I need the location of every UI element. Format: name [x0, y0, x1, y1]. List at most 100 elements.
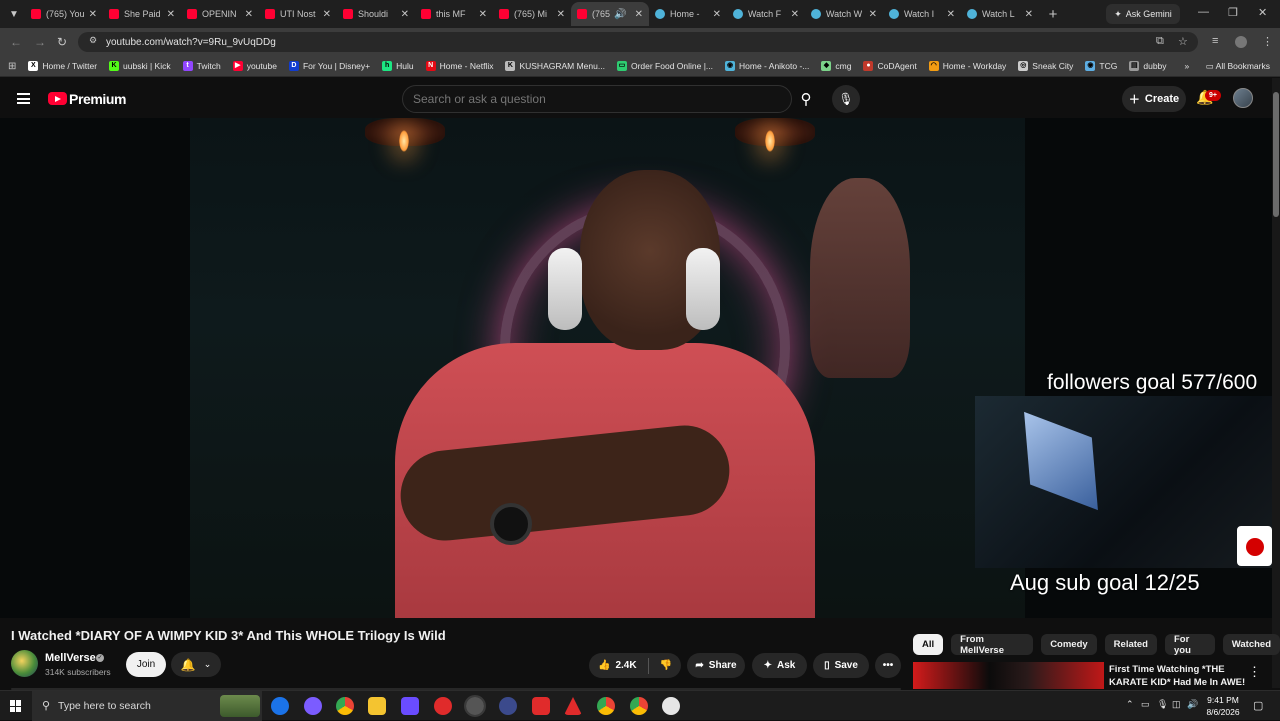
volume-icon[interactable]: 🔊: [1187, 699, 1198, 710]
close-tab-icon[interactable]: ✕: [167, 9, 175, 20]
channel-name[interactable]: MellVerse: [45, 652, 96, 664]
chip-comedy[interactable]: Comedy: [1041, 634, 1097, 655]
chevron-up-icon[interactable]: ⌃: [1126, 699, 1134, 710]
chrome-icon[interactable]: [630, 697, 648, 715]
chip-for-you[interactable]: For you: [1165, 634, 1215, 656]
create-button[interactable]: ＋ Create: [1122, 86, 1186, 112]
browser-tab[interactable]: (765) Mi ✕: [493, 2, 571, 26]
browser-tab-active[interactable]: (765)🔊 ✕: [571, 2, 649, 26]
save-button[interactable]: ▯ Save: [813, 653, 869, 678]
youtube-logo-icon[interactable]: [48, 92, 67, 105]
system-clock[interactable]: 9:41 PM 8/6/2026: [1200, 694, 1246, 718]
menu-kebab-icon[interactable]: ⋮: [1262, 35, 1273, 48]
voice-search-button[interactable]: 🎙: [832, 85, 860, 113]
browser-tab[interactable]: Watch F ✕: [727, 2, 805, 26]
search-input[interactable]: [402, 85, 792, 113]
bookmark-item[interactable]: ▭ Order Food Online |...: [616, 61, 713, 71]
file-explorer-icon[interactable]: [368, 697, 386, 715]
close-tab-icon[interactable]: ✕: [479, 9, 487, 20]
app-icon[interactable]: [532, 697, 550, 715]
reload-icon[interactable]: ↻: [57, 35, 67, 49]
bookmark-item[interactable]: ◆ cmg: [821, 61, 851, 71]
subscription-bell-button[interactable]: 🔔 ⌄: [171, 652, 221, 677]
network-icon[interactable]: ▭: [1141, 699, 1150, 710]
restore-icon[interactable]: ❐: [1228, 6, 1238, 19]
close-tab-icon[interactable]: ✕: [89, 9, 97, 20]
more-vertical-icon[interactable]: ⋮: [1248, 664, 1261, 680]
chip-all[interactable]: All: [913, 634, 944, 655]
site-info-icon[interactable]: ⚙: [86, 35, 100, 49]
profile-icon[interactable]: [1235, 36, 1247, 48]
close-tab-icon[interactable]: ✕: [401, 9, 409, 20]
close-tab-icon[interactable]: ✕: [947, 9, 955, 20]
game-controller-icon[interactable]: [401, 697, 419, 715]
browser-tab[interactable]: Watch I ✕: [883, 2, 961, 26]
bookmark-item[interactable]: K KUSHAGRAM Menu...: [505, 61, 605, 71]
join-button[interactable]: Join: [126, 652, 166, 677]
like-button[interactable]: 👍 2.4K: [598, 660, 637, 671]
app-icon[interactable]: [464, 695, 486, 717]
browser-tab[interactable]: Watch W ✕: [805, 2, 883, 26]
browser-tab[interactable]: Shouldi ✕: [337, 2, 415, 26]
bookmark-item[interactable]: ▶ youtube: [232, 61, 277, 71]
notification-center-icon[interactable]: ▢: [1253, 699, 1263, 712]
chip-from-channel[interactable]: From MellVerse: [951, 634, 1034, 656]
bookmark-item[interactable]: ● CoDAgent: [863, 61, 917, 71]
minimize-icon[interactable]: —: [1198, 6, 1209, 18]
tab-search-button[interactable]: ▼: [3, 3, 25, 25]
back-icon[interactable]: ←: [10, 35, 22, 49]
browser-tab[interactable]: Watch L ✕: [961, 2, 1039, 26]
close-tab-icon[interactable]: ✕: [713, 9, 721, 20]
media-player-icon[interactable]: [434, 697, 452, 715]
browser-tab[interactable]: OPENIN ✕: [181, 2, 259, 26]
chip-related[interactable]: Related: [1104, 634, 1157, 655]
browser-tab[interactable]: (765) You ✕: [25, 2, 103, 26]
hamburger-menu-icon[interactable]: [17, 93, 30, 104]
app-icon[interactable]: [564, 697, 582, 715]
page-scrollbar-thumb[interactable]: [1273, 92, 1279, 217]
more-actions-button[interactable]: •••: [875, 653, 901, 678]
close-tab-icon[interactable]: ✕: [557, 9, 565, 20]
premium-brand[interactable]: Premium: [69, 91, 127, 107]
all-bookmarks-button[interactable]: ▭ All Bookmarks: [1206, 61, 1270, 72]
bookmark-item[interactable]: N Home - Netflix: [425, 61, 493, 71]
ask-button[interactable]: ✦ Ask: [752, 653, 807, 678]
clock-app-icon[interactable]: [662, 697, 680, 715]
chip-watched[interactable]: Watched: [1222, 634, 1280, 655]
browser-tab[interactable]: UTI Nost ✕: [259, 2, 337, 26]
forward-icon[interactable]: →: [34, 35, 46, 49]
chrome-icon[interactable]: [336, 697, 354, 715]
address-bar[interactable]: ⚙ youtube.com/watch?v=9Ru_9vUqDDg: [78, 32, 1198, 52]
video-player[interactable]: followers goal 577/600 Aug sub goal 12/2…: [0, 118, 1272, 618]
close-tab-icon[interactable]: ✕: [1025, 9, 1033, 20]
bookmark-item[interactable]: D For You | Disney+: [288, 61, 370, 71]
bookmark-item[interactable]: t Twitch: [182, 61, 221, 71]
close-tab-icon[interactable]: ✕: [635, 9, 643, 20]
bookmark-item[interactable]: ◠ Home - Workday: [928, 61, 1006, 71]
bookmark-star-icon[interactable]: ☆: [1178, 35, 1188, 48]
account-avatar[interactable]: [1233, 88, 1253, 108]
bookmark-item[interactable]: h Hulu: [382, 61, 414, 71]
search-button[interactable]: ⚲: [792, 85, 820, 113]
close-tab-icon[interactable]: ✕: [245, 9, 253, 20]
bookmark-item[interactable]: ◎ Sneak City: [1018, 61, 1073, 71]
microphone-icon[interactable]: 🎙: [1157, 699, 1168, 710]
weather-widget-icon[interactable]: [220, 695, 260, 717]
app-icon[interactable]: [271, 697, 289, 715]
bookmark-item[interactable]: Kuubski | Kick: [109, 61, 171, 71]
browser-tab[interactable]: Home - ✕: [649, 2, 727, 26]
recommended-video-title[interactable]: First Time Watching *THE KARATE KID* Had…: [1109, 663, 1249, 689]
dislike-button[interactable]: 👎: [660, 660, 672, 671]
windows-start-icon[interactable]: [10, 700, 22, 712]
browser-tab[interactable]: She Paid ✕: [103, 2, 181, 26]
cast-icon[interactable]: ⧉: [1156, 35, 1164, 48]
speaker-icon[interactable]: 🔊: [614, 9, 626, 20]
bookmarks-overflow-icon[interactable]: »: [1185, 61, 1190, 71]
new-tab-button[interactable]: +: [1043, 6, 1063, 23]
bookmark-item[interactable]: X Home / Twitter: [28, 61, 97, 71]
close-window-icon[interactable]: ✕: [1258, 6, 1267, 19]
media-control-icon[interactable]: ≡: [1212, 35, 1218, 47]
wifi-icon[interactable]: ◫: [1172, 699, 1181, 710]
bookmark-item[interactable]: ◉ Home - Anikoto -...: [725, 61, 809, 71]
app-icon[interactable]: [499, 697, 517, 715]
